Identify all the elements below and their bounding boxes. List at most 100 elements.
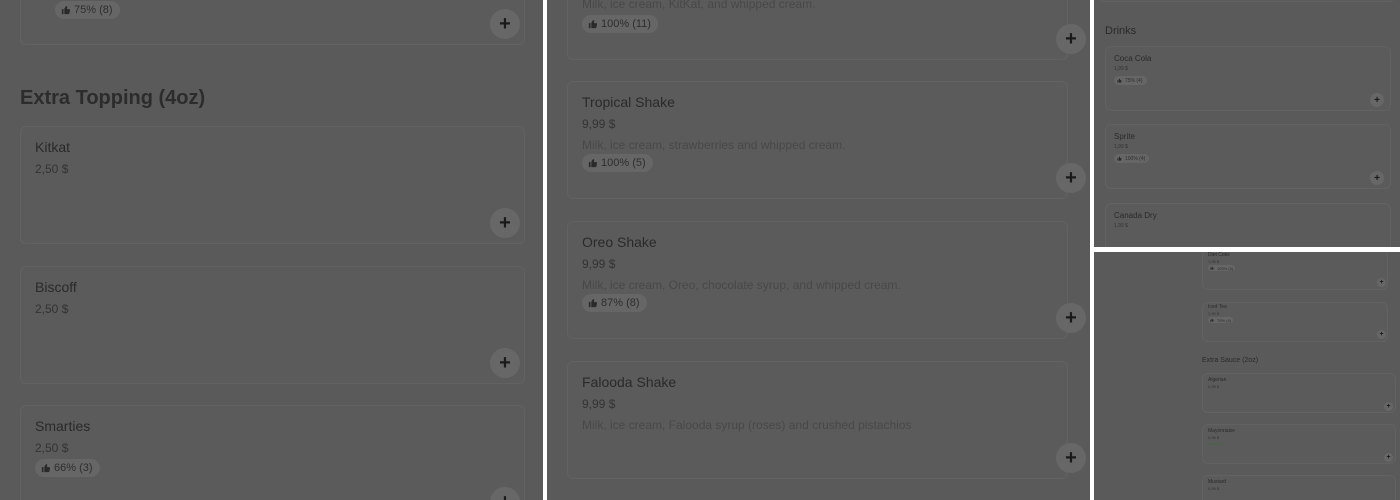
item-name: Sprite xyxy=(1114,132,1135,141)
menu-item-card[interactable]: Smarties 2,50 $ 66% (3) + xyxy=(20,405,525,500)
item-name: Canada Dry xyxy=(1114,211,1157,220)
menu-item-card[interactable]: Sprite 1,99 $ 100% (4) + xyxy=(1105,124,1391,189)
rating-badge: 100% (4) xyxy=(1114,154,1150,163)
add-item-button[interactable]: + xyxy=(490,9,520,39)
item-name: Oreo Shake xyxy=(582,234,657,250)
rating-badge: 75% (8) xyxy=(55,1,120,19)
menu-item-card[interactable]: Diet Coke 1,99 $ 100% (3) + xyxy=(1202,252,1388,290)
plus-icon: + xyxy=(1379,331,1384,338)
add-item-button[interactable]: + xyxy=(1056,303,1086,333)
item-price: 2,50 $ xyxy=(35,302,69,316)
item-name: Tropical Shake xyxy=(582,94,675,110)
plus-icon: + xyxy=(1386,454,1391,461)
menu-item-card[interactable]: Mustard 0,99 $ xyxy=(1202,475,1396,500)
item-price: 2,50 $ xyxy=(35,441,69,455)
add-item-button[interactable]: + xyxy=(1056,24,1086,54)
thumbs-up-icon xyxy=(61,6,71,15)
item-description: Milk, ice cream, KitKat, and whipped cre… xyxy=(582,0,816,11)
item-name: Iced Tea xyxy=(1208,304,1227,310)
menu-item-card[interactable]: Kitkat 2,50 $ + xyxy=(20,126,525,244)
add-item-button[interactable]: + xyxy=(1384,453,1393,462)
add-item-button[interactable]: + xyxy=(490,487,520,500)
add-item-button[interactable]: + xyxy=(1384,402,1393,411)
item-price: 1,99 $ xyxy=(1114,66,1128,72)
item-price: 1,99 $ xyxy=(1208,259,1220,264)
add-item-button[interactable]: + xyxy=(490,208,520,238)
item-price: 9,99 $ xyxy=(582,117,616,131)
thumbs-up-icon xyxy=(1117,156,1122,161)
rating-badge: 100% (5) xyxy=(582,154,653,172)
add-item-button[interactable]: + xyxy=(1377,330,1386,339)
menu-item-card[interactable]: Falooda Shake 9,99 $ Milk, ice cream, Fa… xyxy=(567,361,1086,479)
menu-item-card[interactable]: Oreo Shake 9,99 $ Milk, ice cream, Oreo,… xyxy=(567,221,1086,339)
item-name: Smarties xyxy=(35,418,91,434)
item-price: 1,99 $ xyxy=(1114,223,1128,229)
item-description: Milk, ice cream, Oreo, chocolate syrup, … xyxy=(582,278,901,292)
item-description: Milk, ice cream, strawberries and whippe… xyxy=(582,138,846,152)
item-price: 0,99 $ xyxy=(1208,486,1220,491)
menu-item-card[interactable]: Algerian 0,99 $ + xyxy=(1202,373,1396,413)
rating-badge: 87% (8) xyxy=(582,294,647,312)
thumbs-up-icon xyxy=(588,159,598,168)
thumbs-up-icon xyxy=(588,299,598,308)
item-price: 1,99 $ xyxy=(1208,311,1220,316)
item-name: Biscoff xyxy=(35,279,77,295)
rating-badge: 75% (4) xyxy=(1114,76,1147,85)
item-name: Algerian xyxy=(1208,377,1227,383)
thumbs-up-icon xyxy=(1210,266,1214,270)
item-price: 9,99 $ xyxy=(582,397,616,411)
thumbs-up-icon xyxy=(588,20,598,29)
menu-item-card[interactable]: Milk, ice cream, KitKat, and whipped cre… xyxy=(567,0,1086,60)
rating-badge: 100% (11) xyxy=(582,15,658,33)
menu-item-card[interactable]: Biscoff 2,50 $ + xyxy=(20,266,525,384)
item-price: 0,99 $ xyxy=(1208,435,1220,440)
section-title: Drinks xyxy=(1105,25,1137,37)
plus-icon: + xyxy=(1379,279,1384,286)
plus-icon: + xyxy=(499,12,511,35)
menu-item-card[interactable]: Mayonnaise 0,99 $ Popular + xyxy=(1202,424,1396,464)
section-title: Extra Sauce (2oz) xyxy=(1202,357,1259,364)
item-price: 1,99 $ xyxy=(1114,144,1128,150)
item-price: 2,50 $ xyxy=(35,162,69,176)
menu-panel-shakes: Milk, ice cream, KitKat, and whipped cre… xyxy=(547,0,1090,500)
item-name: Diet Coke xyxy=(1208,252,1230,258)
item-price: 9,99 $ xyxy=(582,257,616,271)
plus-icon: + xyxy=(1374,94,1380,106)
item-description: Milk, ice cream, Falooda syrup (roses) a… xyxy=(582,418,912,432)
add-item-button[interactable]: + xyxy=(1370,93,1384,107)
item-price: 0,99 $ xyxy=(1208,384,1220,389)
rating-badge: 100% (3) xyxy=(1208,265,1236,271)
item-name: Mayonnaise xyxy=(1208,428,1235,434)
plus-icon: + xyxy=(1374,172,1380,184)
thumbs-up-icon xyxy=(1117,78,1122,83)
menu-item-card[interactable]: Tropical Shake 9,99 $ Milk, ice cream, s… xyxy=(567,81,1086,199)
menu-panel-sauces: Diet Coke 1,99 $ 100% (3) + Iced Tea 1,9… xyxy=(1094,252,1400,500)
thumbs-up-icon xyxy=(41,464,51,473)
add-item-button[interactable]: + xyxy=(490,348,520,378)
menu-item-card[interactable] xyxy=(1099,0,1395,2)
plus-icon: + xyxy=(499,351,511,374)
add-item-button[interactable]: + xyxy=(1370,171,1384,185)
plus-icon: + xyxy=(1065,166,1077,189)
menu-item-card[interactable]: Coca Cola 1,99 $ 75% (4) + xyxy=(1105,46,1391,111)
popular-label: Popular xyxy=(1208,441,1222,446)
plus-icon: + xyxy=(1386,403,1391,410)
thumbs-up-icon xyxy=(1210,318,1214,322)
plus-icon: + xyxy=(499,211,511,234)
add-item-button[interactable]: + xyxy=(1056,163,1086,193)
item-name: Falooda Shake xyxy=(582,374,677,390)
section-title: Extra Topping (4oz) xyxy=(20,87,206,109)
plus-icon: + xyxy=(1065,27,1077,50)
menu-item-card[interactable]: 75% (8) + xyxy=(20,0,525,45)
menu-item-card[interactable]: Iced Tea 1,99 $ 75% (4) + xyxy=(1202,302,1388,342)
item-name: Kitkat xyxy=(35,139,71,155)
menu-item-card[interactable]: Canada Dry 1,99 $ xyxy=(1105,203,1391,247)
add-item-button[interactable]: + xyxy=(1056,443,1086,473)
item-name: Mustard xyxy=(1208,479,1227,485)
plus-icon: + xyxy=(499,491,511,500)
add-item-button[interactable]: + xyxy=(1377,278,1386,287)
item-name: Coca Cola xyxy=(1114,54,1152,63)
menu-panel-drinks: Drinks Coca Cola 1,99 $ 75% (4) + Sprite… xyxy=(1094,0,1400,247)
rating-badge: 75% (4) xyxy=(1208,317,1234,323)
plus-icon: + xyxy=(1065,306,1077,329)
